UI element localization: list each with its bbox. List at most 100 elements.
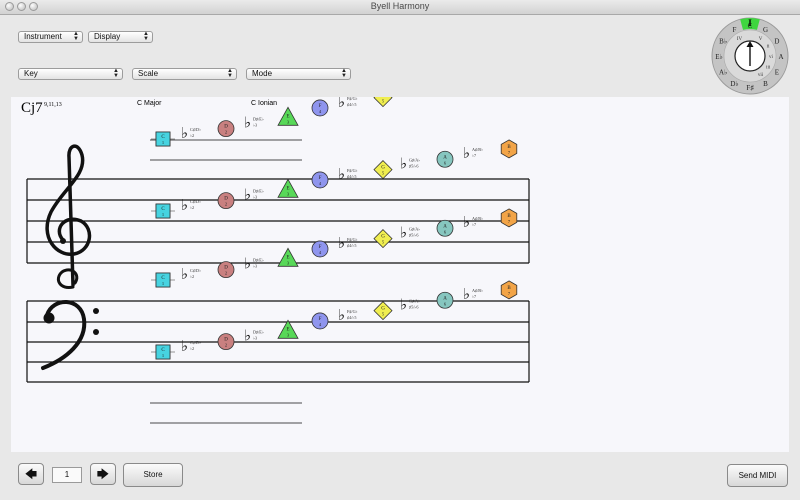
flat-note-degree: ♭2 [190, 133, 194, 138]
note-g-glyph[interactable]: G5 [373, 301, 393, 321]
flat-note-name: C♯/D♭ [190, 268, 201, 273]
dial-degree-label: iii [766, 66, 771, 71]
note-b-glyph[interactable]: B7 [500, 139, 518, 159]
note-b-glyph[interactable]: B7 [500, 208, 518, 228]
display-popup-label: Display [94, 32, 121, 41]
flat-note-marker[interactable]: ♭G♯/A♭♯5/♭6 [400, 225, 420, 241]
note-degree: 2 [225, 271, 227, 276]
flat-note-name: A♯/B♭ [472, 288, 483, 293]
dial-note-label: E [775, 69, 779, 77]
note-d-glyph[interactable]: D2 [217, 333, 235, 351]
note-f-glyph[interactable]: F4 [311, 171, 329, 189]
note-c-glyph[interactable]: C1 [155, 272, 171, 288]
key-scale-label: C Major [137, 100, 162, 107]
note-f-glyph[interactable]: F4 [311, 312, 329, 330]
note-a-glyph[interactable]: A6 [436, 291, 454, 309]
display-popup[interactable]: Display ▲ ▼ [88, 31, 153, 43]
flat-note-degree: ♭7 [472, 222, 476, 227]
note-c-glyph[interactable]: C1 [155, 344, 171, 360]
note-g-glyph[interactable]: G5 [373, 229, 393, 249]
flat-note-marker[interactable]: ♭G♯/A♭♯5/♭6 [400, 156, 420, 172]
instrument-popup[interactable]: Instrument ▲ ▼ [18, 31, 83, 43]
flat-note-degree: ♯4/♭5 [347, 315, 356, 320]
note-e-glyph[interactable]: E3 [277, 319, 299, 339]
treble-staff [26, 178, 530, 264]
flat-note-degree: ♯4/♭5 [347, 102, 356, 107]
flat-note-marker[interactable]: ♭G♯/A♭♯5/♭6 [400, 84, 420, 100]
flat-note-name: D♯/E♭ [253, 329, 264, 334]
note-e-glyph[interactable]: E3 [277, 178, 299, 198]
flat-sign-icon: ♭ [244, 187, 251, 203]
key-popup[interactable]: Key ▲ ▼ [18, 68, 123, 80]
note-d-glyph[interactable]: D2 [217, 261, 235, 279]
flat-note-marker[interactable]: ♭ C♯/D♭♭2 [181, 126, 201, 142]
flat-note-degree: ♯5/♭6 [409, 304, 418, 309]
flat-note-marker[interactable]: ♭ C♯/D♭♭2 [181, 339, 201, 355]
flat-note-marker[interactable]: ♭ D♯/E♭♭3 [244, 256, 264, 272]
note-f-glyph[interactable]: F4 [311, 99, 329, 117]
flat-sign-icon: ♭ [400, 156, 407, 172]
key-popup-label: Key [24, 69, 38, 78]
note-c-glyph[interactable]: C1 [155, 131, 171, 147]
score-svg[interactable]: Cj7 9,11,13 C Major C Ionian D2E3F45♭ C♯… [11, 67, 789, 452]
dial-degree-label: IV [737, 37, 743, 42]
send-midi-button[interactable]: Send MIDI [727, 464, 788, 487]
flat-note-degree: ♭3 [253, 335, 257, 340]
dial-note-label: E♭ [715, 53, 723, 61]
note-d-glyph[interactable]: D2 [217, 120, 235, 138]
flat-note-degree: ♯5/♭6 [409, 163, 418, 168]
note-degree: 2 [225, 343, 227, 348]
note-e-glyph[interactable]: E3 [277, 247, 299, 267]
flat-note-marker[interactable]: ♭ A♯/B♭♭7 [463, 146, 483, 162]
store-button[interactable]: Store [123, 463, 183, 487]
mode-popup[interactable]: Mode ▲ ▼ [246, 68, 351, 80]
dial-note-label: F♯ [746, 84, 754, 92]
dial-degree-label: V [759, 37, 763, 42]
note-a-glyph[interactable]: A6 [436, 150, 454, 168]
flat-note-degree: ♯4/♭5 [347, 174, 356, 179]
flat-note-degree: ♭7 [472, 294, 476, 299]
flat-note-marker[interactable]: ♭ A♯/B♭♭7 [463, 215, 483, 231]
next-button[interactable]: 🡆 [90, 463, 116, 485]
flat-sign-icon: ♭ [463, 287, 470, 303]
note-a-glyph[interactable]: A6 [436, 219, 454, 237]
flat-note-marker[interactable]: ♭ C♯/D♭♭2 [181, 267, 201, 283]
note-degree: 1 [162, 281, 164, 286]
popup-arrows-icon: ▲ ▼ [73, 31, 79, 42]
dial-note-label: A [778, 53, 783, 61]
previous-button[interactable]: 🡄 [18, 463, 44, 485]
flat-note-degree: ♭2 [190, 346, 194, 351]
flat-note-name: F♯/G♭ [347, 97, 358, 101]
flat-note-marker[interactable]: ♭ F♯/G♭♯4/♭5 [338, 236, 358, 252]
flat-note-name: F♯/G♭ [347, 237, 358, 242]
scale-popup[interactable]: Scale ▲ ▼ [132, 68, 237, 80]
scale-popup-label: Scale [138, 69, 159, 78]
mode-label: C Ionian [251, 100, 277, 107]
flat-sign-icon: ♭ [400, 97, 407, 100]
note-c-glyph[interactable]: C1 [155, 203, 171, 219]
flat-note-marker[interactable]: ♭ F♯/G♭♯4/♭5 [338, 308, 358, 324]
bass-staff [26, 300, 530, 383]
flat-note-degree: ♯5/♭6 [409, 232, 418, 237]
notation-canvas[interactable]: Cj7 9,11,13 C Major C Ionian D 2 E 3 F 4… [11, 67, 789, 452]
note-g-glyph[interactable]: G5 [373, 88, 393, 108]
page-counter[interactable]: 1 [52, 467, 82, 483]
dial-note-label: A♭ [719, 69, 727, 77]
flat-note-marker[interactable]: ♭ D♯/E♭♭3 [244, 187, 264, 203]
flat-note-marker[interactable]: ♭ F♯/G♭♯4/♭5 [338, 167, 358, 183]
bass-clef-icon [41, 300, 99, 370]
flat-note-name: G♯/A♭ [409, 157, 420, 162]
note-b-glyph[interactable]: B7 [500, 280, 518, 300]
flat-note-name: D♯/E♭ [253, 257, 264, 262]
chord-extensions: 9,11,13 [44, 102, 62, 108]
note-g-glyph[interactable]: G5 [373, 160, 393, 180]
circle-of-fifths-dial[interactable]: CGDAEBF♯D♭A♭E♭B♭FViiviiiiviiIV I [710, 16, 790, 96]
note-d-glyph[interactable]: D2 [217, 192, 235, 210]
flat-note-degree: ♭2 [190, 274, 194, 279]
note-f-glyph[interactable]: F4 [311, 240, 329, 258]
note-e-glyph[interactable]: E3 [277, 106, 299, 126]
flat-note-marker[interactable]: ♭ F♯/G♭♯4/♭5 [338, 95, 358, 111]
flat-note-marker[interactable]: ♭ C♯/D♭♭2 [181, 198, 201, 214]
flat-note-marker[interactable]: ♭G♯/A♭♯5/♭6 [400, 297, 420, 313]
flat-note-marker[interactable]: ♭ D♯/E♭♭3 [244, 115, 264, 131]
